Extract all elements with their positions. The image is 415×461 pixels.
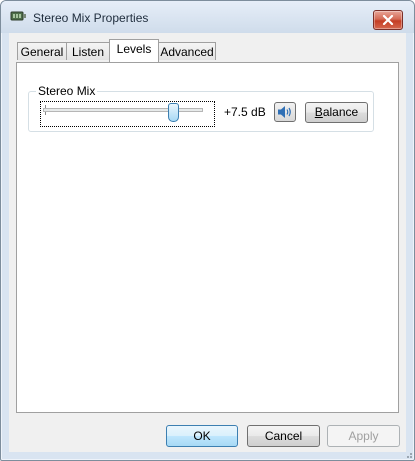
group-title: Stereo Mix — [36, 84, 98, 98]
speaker-icon — [278, 106, 291, 118]
balance-mnemonic: B — [314, 105, 323, 119]
tab-general[interactable]: General — [17, 42, 67, 60]
levels-panel: Stereo Mix +7.5 dB Balance — [16, 62, 399, 413]
level-value: +7.5 dB — [224, 105, 266, 119]
level-slider[interactable] — [40, 101, 215, 127]
cancel-button[interactable]: Cancel — [247, 425, 320, 447]
balance-label-rest: alance — [322, 105, 359, 119]
title-bar[interactable]: Stereo Mix Properties — [1, 1, 414, 33]
dialog-client: General Listen Levels Advanced Stereo Mi… — [9, 33, 406, 452]
slider-thumb[interactable] — [168, 103, 180, 122]
sound-device-icon — [10, 11, 26, 21]
close-button[interactable] — [373, 10, 403, 30]
ok-button[interactable]: OK — [166, 425, 238, 447]
balance-button[interactable]: Balance — [305, 102, 368, 123]
tab-levels[interactable]: Levels — [109, 39, 159, 62]
close-icon — [382, 15, 394, 25]
mute-button[interactable] — [274, 102, 296, 122]
apply-button[interactable]: Apply — [327, 425, 400, 447]
window-title: Stereo Mix Properties — [33, 11, 149, 25]
tab-listen[interactable]: Listen — [66, 42, 110, 60]
properties-window: Stereo Mix Properties General Listen Lev… — [0, 0, 415, 461]
tab-advanced[interactable]: Advanced — [158, 42, 216, 60]
resize-grip-icon[interactable] — [403, 449, 413, 459]
stereo-mix-group: Stereo Mix +7.5 dB Balance — [28, 84, 374, 132]
